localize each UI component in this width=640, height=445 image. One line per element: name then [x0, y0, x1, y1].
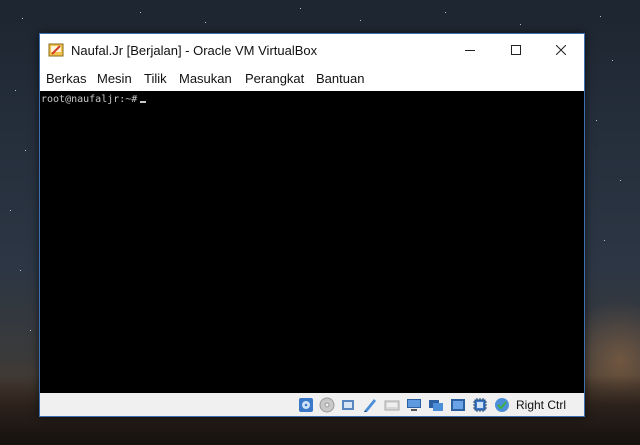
maximize-button[interactable] [493, 34, 539, 66]
virtualbox-vm-icon [48, 43, 64, 57]
minimize-button[interactable] [447, 34, 493, 66]
optical-drive-icon[interactable] [319, 397, 335, 413]
title-bar[interactable]: Naufal.Jr [Berjalan] - Oracle VM Virtual… [40, 34, 584, 66]
close-icon [556, 45, 566, 55]
virtualbox-window: Naufal.Jr [Berjalan] - Oracle VM Virtual… [39, 33, 585, 417]
usb-icon[interactable] [384, 397, 400, 413]
display-icon[interactable] [428, 397, 444, 413]
status-bar: Right Ctrl [40, 393, 584, 416]
menu-berkas[interactable]: Berkas [46, 71, 86, 86]
minimize-icon [465, 50, 475, 51]
hard-disk-icon[interactable] [298, 397, 314, 413]
close-button[interactable] [538, 34, 584, 66]
menu-bantuan[interactable]: Bantuan [316, 71, 364, 86]
text-cursor [140, 101, 147, 103]
window-title: Naufal.Jr [Berjalan] - Oracle VM Virtual… [71, 43, 318, 58]
shared-folders-icon[interactable] [406, 397, 422, 413]
shell-prompt: root@naufaljr:~# [41, 94, 138, 105]
menu-masukan[interactable]: Masukan [179, 71, 232, 86]
menu-tilik[interactable]: Tilik [144, 71, 167, 86]
menu-bar: Berkas Mesin Tilik Masukan Perangkat Ban… [40, 68, 584, 90]
maximize-icon [511, 45, 521, 55]
audio-icon[interactable] [340, 397, 356, 413]
cpu-icon[interactable] [472, 397, 488, 413]
console-line: root@naufaljr:~# [41, 94, 147, 105]
vm-console-screen[interactable]: root@naufaljr:~# [40, 91, 584, 393]
host-key-label: Right Ctrl [516, 398, 567, 412]
menu-perangkat[interactable]: Perangkat [245, 71, 304, 86]
video-capture-icon[interactable] [450, 397, 466, 413]
menu-mesin[interactable]: Mesin [97, 71, 132, 86]
network-icon[interactable] [362, 397, 378, 413]
